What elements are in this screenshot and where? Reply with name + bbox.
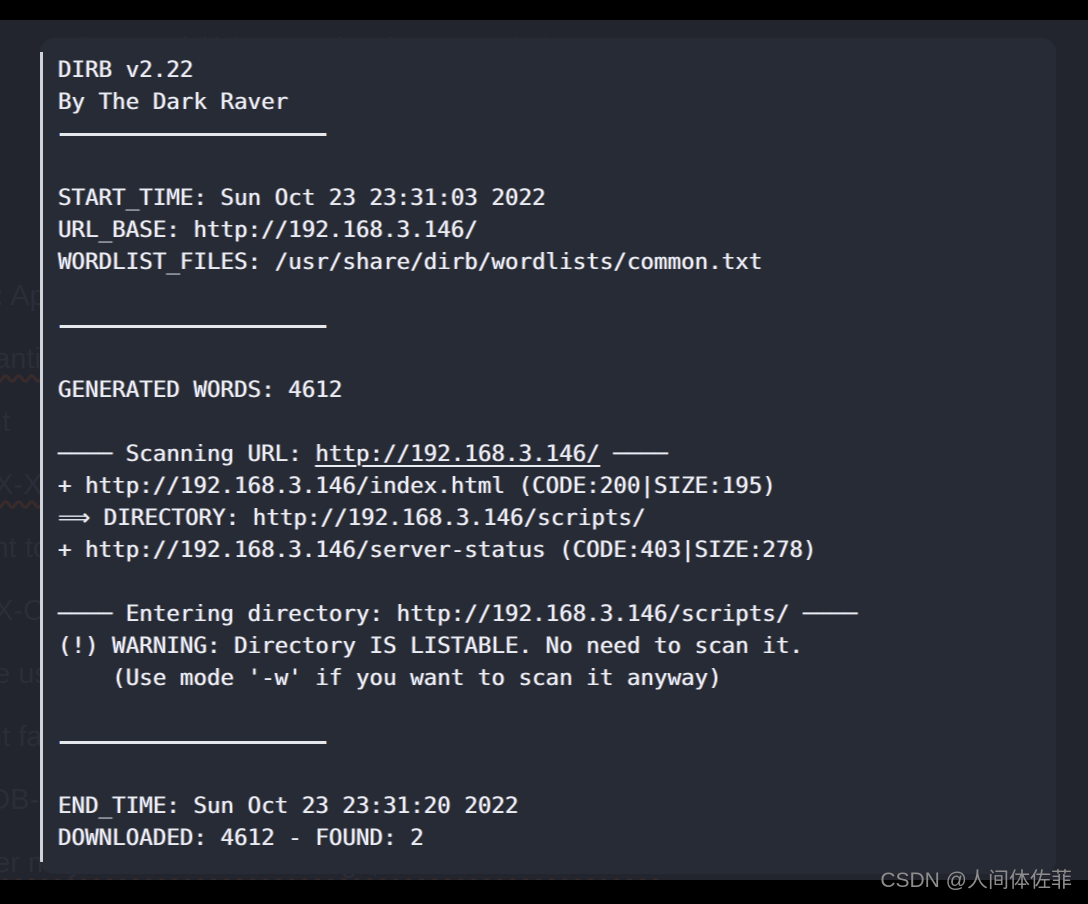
terminal-panel[interactable]: DIRB v2.22 By The Dark Raver START_TIME: … xyxy=(40,38,1056,874)
terminal-line: (Use mode '-w' if you want to scan it an… xyxy=(58,665,722,691)
csdn-watermark: CSDN @人间体佐菲 xyxy=(880,869,1072,892)
terminal-line: DIRB v2.22 xyxy=(58,57,194,83)
terminal-line: WORDLIST_FILES: /usr/share/dirb/wordlist… xyxy=(58,249,763,275)
terminal-scanning-line: ──── Scanning URL: http://192.168.3.146/… xyxy=(58,438,1056,470)
terminal-line-prefix: ──── Scanning URL: xyxy=(58,441,316,467)
terminal-separator-rule xyxy=(58,726,1056,758)
terminal-separator-rule xyxy=(58,118,1056,150)
terminal-line: START_TIME: Sun Oct 23 23:31:03 2022 xyxy=(58,185,546,211)
terminal-left-accent-bar xyxy=(40,52,43,862)
terminal-line: + http://192.168.3.146/index.html (CODE:… xyxy=(58,473,776,499)
terminal-line: ⟹ DIRECTORY: http://192.168.3.146/script… xyxy=(58,505,646,531)
terminal-line: (!) WARNING: Directory IS LISTABLE. No n… xyxy=(58,633,804,659)
terminal-line: ──── Entering directory: http://192.168.… xyxy=(58,601,858,627)
terminal-line: URL_BASE: http://192.168.3.146/ xyxy=(58,217,478,243)
terminal-separator-rule xyxy=(58,310,1056,342)
terminal-line: By The Dark Raver xyxy=(58,89,289,115)
terminal-line: GENERATED WORDS: 4612 xyxy=(58,377,343,403)
terminal-line: DOWNLOADED: 4612 - FOUND: 2 xyxy=(58,825,424,851)
terminal-output: DIRB v2.22 By The Dark Raver START_TIME: … xyxy=(58,54,1056,854)
terminal-scan-url-link[interactable]: http://192.168.3.146/ xyxy=(315,441,599,467)
terminal-line: + http://192.168.3.146/server-status (CO… xyxy=(58,537,817,563)
terminal-line-suffix: ──── xyxy=(599,441,668,467)
terminal-line: END_TIME: Sun Oct 23 23:31:20 2022 xyxy=(58,793,519,819)
